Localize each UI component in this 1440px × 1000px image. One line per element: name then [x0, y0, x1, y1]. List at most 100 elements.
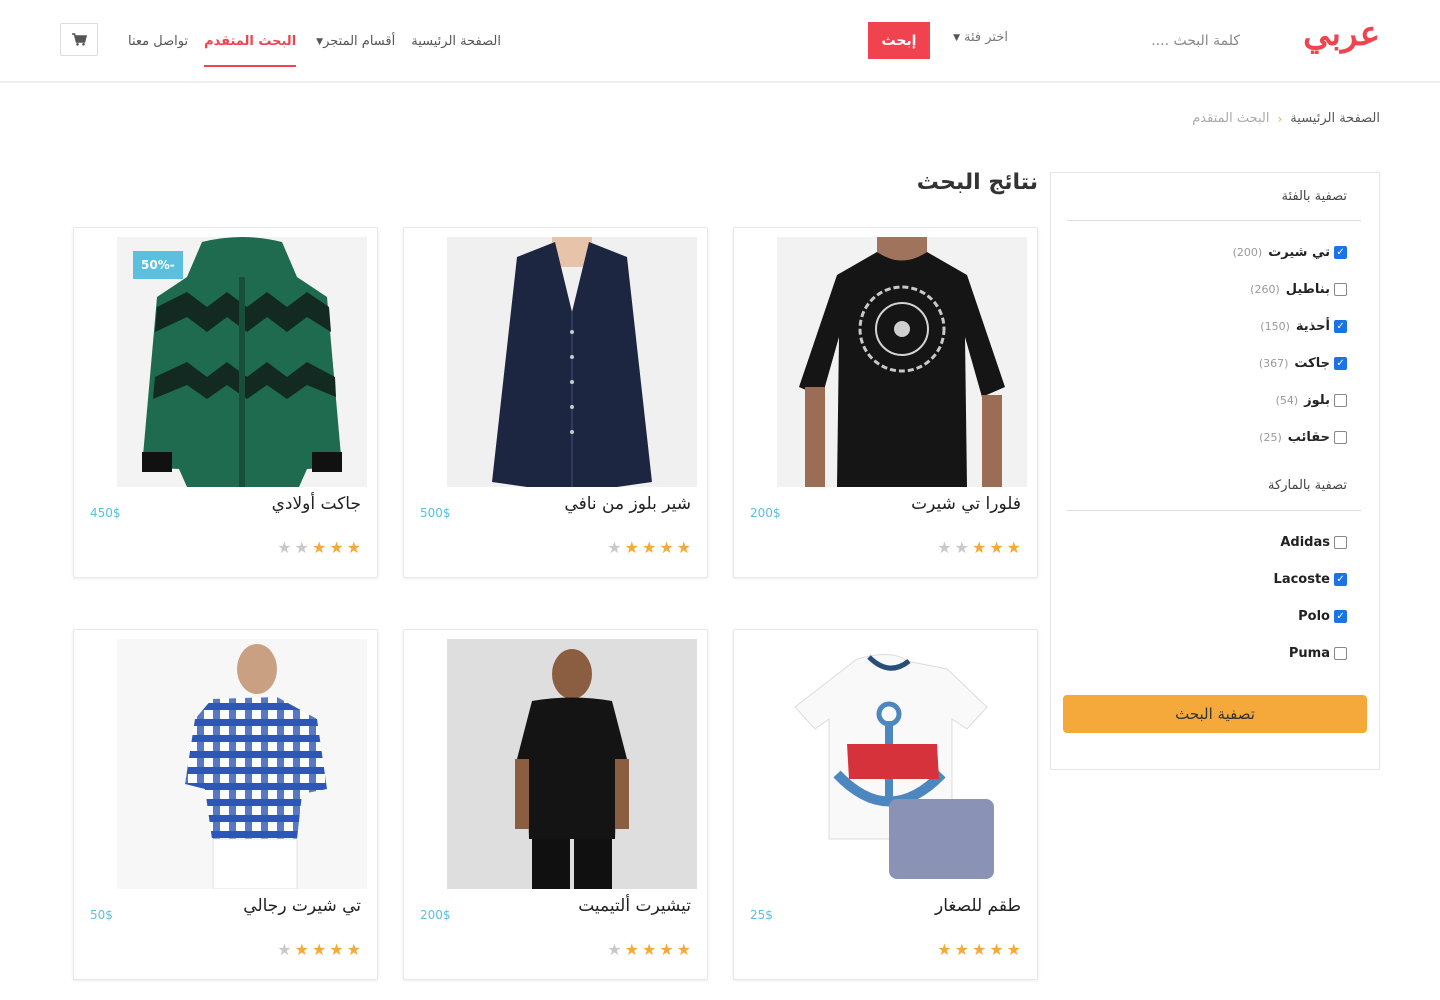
- cart-button[interactable]: [60, 23, 98, 56]
- chevron-down-icon: ▼: [316, 36, 324, 47]
- rating-stars: ★ ★ ★ ★ ★: [937, 942, 1021, 958]
- product-image[interactable]: [117, 639, 367, 889]
- checkbox[interactable]: [1334, 394, 1347, 407]
- category-filter-item[interactable]: بلوز (54): [1276, 393, 1347, 408]
- brand-filter-title: تصفية بالماركة: [1268, 478, 1347, 493]
- product-card[interactable]: 50%- جاكت أولادي 450$ ★ ★ ★ ★ ★: [73, 227, 378, 578]
- product-name[interactable]: تيشيرت ألتيميت: [578, 896, 691, 916]
- star-icon: ★: [329, 538, 344, 557]
- checkbox[interactable]: [1334, 246, 1347, 259]
- checkbox[interactable]: [1334, 573, 1347, 586]
- star-icon: ★: [294, 538, 309, 557]
- product-image[interactable]: [447, 237, 697, 487]
- shopping-cart-icon: [71, 33, 87, 46]
- chevron-left-icon: ‹: [1277, 111, 1283, 126]
- rating-stars: ★ ★ ★ ★ ★: [607, 540, 691, 556]
- breadcrumb-home[interactable]: الصفحة الرئيسية: [1290, 111, 1380, 126]
- star-icon: ★: [954, 538, 969, 557]
- star-icon: ★: [1006, 940, 1021, 959]
- category-count: (367): [1258, 357, 1289, 370]
- filter-search-button[interactable]: تصفية البحث: [1063, 695, 1367, 733]
- category-count: (54): [1275, 394, 1299, 407]
- category-filter-item[interactable]: أحذية (150): [1260, 319, 1347, 334]
- star-icon: ★: [659, 538, 674, 557]
- category-label: بلوز: [1304, 393, 1330, 408]
- checkbox[interactable]: [1334, 357, 1347, 370]
- checkbox[interactable]: [1334, 536, 1347, 549]
- rating-stars: ★ ★ ★ ★ ★: [937, 540, 1021, 556]
- product-price: 200$: [420, 908, 451, 922]
- star-icon: ★: [311, 940, 327, 959]
- product-image[interactable]: 50%-: [117, 237, 367, 487]
- search-button[interactable]: إبحث: [868, 22, 930, 59]
- nav-item-advanced-search[interactable]: البحث المتقدم: [196, 0, 304, 83]
- category-filter-item[interactable]: تي شيرت (200): [1233, 245, 1347, 260]
- star-icon: ★: [989, 538, 1004, 557]
- category-count: (200): [1232, 246, 1263, 259]
- search-input[interactable]: [990, 26, 1240, 56]
- star-icon: ★: [277, 538, 292, 557]
- results-title: نتائج البحث: [916, 170, 1038, 195]
- filter-sidebar: تصفية بالفئة تي شيرت (200) بناطيل (260) …: [1050, 172, 1380, 770]
- site-logo[interactable]: عربي: [1303, 14, 1380, 54]
- product-name[interactable]: شير بلوز من نافي: [564, 494, 691, 514]
- product-price: 25$: [750, 908, 773, 922]
- nav-item-store-sections[interactable]: أقسام المتجر ▼: [304, 0, 403, 83]
- brand-filter-item[interactable]: Polo: [1298, 609, 1347, 624]
- product-name[interactable]: طقم للصغار: [935, 896, 1021, 916]
- category-filter-item[interactable]: بناطيل (260): [1250, 282, 1347, 297]
- category-select[interactable]: اختر فئة ▼: [953, 30, 1008, 45]
- star-icon: ★: [971, 538, 987, 557]
- checkbox[interactable]: [1334, 320, 1347, 333]
- brand-label: Lacoste: [1273, 572, 1330, 587]
- product-image[interactable]: [447, 639, 697, 889]
- star-icon: ★: [607, 538, 622, 557]
- brand-filter-item[interactable]: Lacoste: [1274, 572, 1347, 587]
- brand-label: Adidas: [1280, 535, 1330, 550]
- category-label: أحذية: [1295, 319, 1330, 334]
- checkbox[interactable]: [1334, 610, 1347, 623]
- star-icon: ★: [971, 940, 987, 959]
- star-icon: ★: [311, 538, 327, 557]
- divider: [1067, 510, 1361, 511]
- product-price: 500$: [420, 506, 451, 520]
- product-card[interactable]: تي شيرت رجالي 50$ ★ ★ ★ ★ ★: [73, 629, 378, 980]
- category-filter-item[interactable]: جاكت (367): [1259, 356, 1347, 371]
- product-name[interactable]: جاكت أولادي: [272, 494, 361, 514]
- product-image[interactable]: [777, 639, 1027, 889]
- product-card[interactable]: طقم للصغار 25$ ★ ★ ★ ★ ★: [733, 629, 1038, 980]
- breadcrumb: الصفحة الرئيسية ‹ البحث المتقدم: [1192, 111, 1380, 126]
- rating-stars: ★ ★ ★ ★ ★: [607, 942, 691, 958]
- checkbox[interactable]: [1334, 283, 1347, 296]
- product-name[interactable]: تي شيرت رجالي: [243, 896, 361, 916]
- divider: [1067, 220, 1361, 221]
- brand-filter-item[interactable]: Adidas: [1280, 535, 1347, 550]
- star-icon: ★: [641, 538, 657, 557]
- star-icon: ★: [294, 940, 309, 959]
- product-price: 50$: [90, 908, 113, 922]
- nav-item-home[interactable]: الصفحة الرئيسية: [403, 0, 509, 83]
- category-count: (260): [1250, 283, 1280, 296]
- product-card[interactable]: شير بلوز من نافي 500$ ★ ★ ★ ★ ★: [403, 227, 708, 578]
- star-icon: ★: [624, 538, 639, 557]
- checkbox[interactable]: [1334, 647, 1347, 660]
- star-icon: ★: [989, 940, 1004, 959]
- category-label: جاكت: [1294, 356, 1330, 371]
- star-icon: ★: [329, 940, 344, 959]
- nav-item-contact[interactable]: تواصل معنا: [120, 0, 196, 83]
- product-image[interactable]: [777, 237, 1027, 487]
- product-card[interactable]: تيشيرت ألتيميت 200$ ★ ★ ★ ★ ★: [403, 629, 708, 980]
- product-name[interactable]: فلورا تي شيرت: [911, 494, 1021, 514]
- breadcrumb-current: البحث المتقدم: [1192, 111, 1270, 126]
- category-filter-item[interactable]: حقائب (25): [1259, 430, 1347, 445]
- rating-stars: ★ ★ ★ ★ ★: [277, 942, 361, 958]
- category-label: بناطيل: [1285, 282, 1330, 297]
- product-card[interactable]: فلورا تي شيرت 200$ ★ ★ ★ ★ ★: [733, 227, 1038, 578]
- category-label: حقائب: [1287, 430, 1330, 445]
- brand-filter-item[interactable]: Puma: [1289, 646, 1347, 661]
- star-icon: ★: [1006, 538, 1021, 557]
- product-price: 450$: [90, 506, 121, 520]
- chevron-down-icon: ▼: [953, 32, 961, 43]
- category-count: (25): [1259, 431, 1282, 444]
- checkbox[interactable]: [1334, 431, 1347, 444]
